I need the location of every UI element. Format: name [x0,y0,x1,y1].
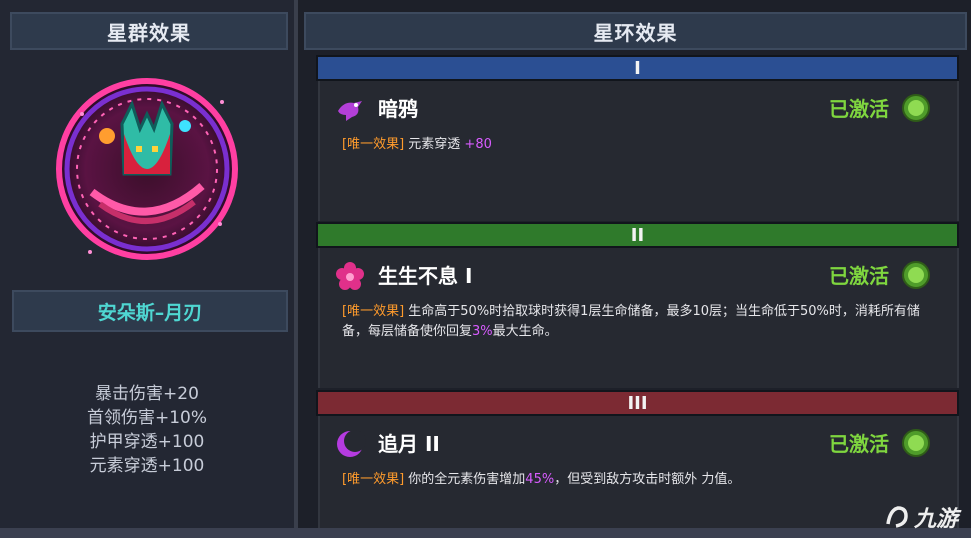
stat-boss-damage: 首领伤害+10% [86,408,208,428]
tier-3-card: 追月 II 已激活 [唯一效果] 你的全元素伤害增加45%，但受到敌方攻击时额外… [318,416,959,528]
tier-1-description: [唯一效果] 元素穿透 +80 [342,135,942,155]
tier-3-desc-suffix: ，但受到敌方攻击时额外 力值。 [554,472,741,487]
constellation-emblem-icon [56,78,238,260]
tier-1-bar: I [316,55,959,81]
tier-1-numeral: I [634,57,641,79]
tier-1-status: 已激活 [829,97,889,121]
flower-icon [336,262,364,290]
bottom-scroll-bar [0,528,971,538]
unique-effect-tag: [唯一效果] [342,304,405,319]
tier-3-bar: III [316,390,959,416]
tier-1-title: 暗鸦 [378,97,418,121]
crescent-moon-icon [337,430,366,457]
tier-2-description: [唯一效果] 生命高于50%时拾取球时获得1层生命储备，最多10层；当生命低于5… [342,302,942,342]
star-ring-effects-header: 星环效果 [304,12,967,50]
tier-3-desc-text: 你的全元素伤害增加 [404,472,526,487]
tier-2-title: 生生不息 I [378,264,473,288]
tier-1-card: 暗鸦 已激活 [唯一效果] 元素穿透 +80 [318,81,959,221]
star-ring-effects-title: 星环效果 [593,20,678,45]
tier-3-description: [唯一效果] 你的全元素伤害增加45%，但受到敌方攻击时额外 力值。 [342,470,942,490]
tier-3-numeral: III [627,392,648,414]
constellation-effects-header: 星群效果 [10,12,288,50]
tier-3-desc-value: 45% [525,472,555,487]
stat-armor-penetration: 护甲穿透+100 [89,432,205,452]
constellation-name-box: 安朵斯–月刃 [12,290,288,332]
tier-2-desc-value: 3% [472,324,493,339]
stat-element-penetration: 元素穿透+100 [89,456,205,476]
tier-1-desc-text: 元素穿透 [404,137,465,152]
constellation-effects-title: 星群效果 [107,20,191,45]
tier-2-desc-text: 生命高于50%时拾取球时获得1层生命储备，最多10层；当生命低于50%时，消耗所… [342,304,920,339]
stat-crit-damage: 暴击伤害+20 [95,384,199,404]
unique-effect-tag: [唯一效果] [342,137,405,152]
activated-orb-icon [902,261,930,289]
unique-effect-tag: [唯一效果] [342,472,405,487]
tier-2-bar: II [316,222,959,248]
tier-3-title: 追月 II [378,432,440,456]
crow-icon [338,101,362,121]
constellation-stats: 暴击伤害+20 首领伤害+10% 护甲穿透+100 元素穿透+100 [0,382,294,478]
tier-3-status: 已激活 [829,432,889,456]
tier-2-card: 生生不息 I 已激活 [唯一效果] 生命高于50%时拾取球时获得1层生命储备，最… [318,248,959,388]
ninegame-logo-icon [886,506,908,528]
activated-orb-icon [902,429,930,457]
tier-1-desc-value: +80 [464,137,492,152]
tier-2-status: 已激活 [829,264,889,288]
activated-orb-icon [902,94,930,122]
site-watermark: 九游 [884,500,958,534]
tier-2-numeral: II [630,224,645,246]
tier-2-desc-suffix: 最大生命。 [492,324,558,339]
watermark-text: 九游 [914,507,959,532]
constellation-name: 安朵斯–月刃 [97,301,203,324]
